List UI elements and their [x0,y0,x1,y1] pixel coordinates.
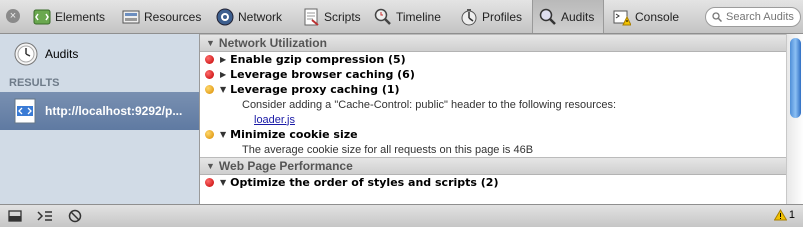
toolbar: × Elements Resources Network Scripts Tim… [0,0,803,34]
rule-detail: The average cookie size for all requests… [242,143,534,156]
tab-network-label: Network [238,9,283,24]
tab-timeline-label: Timeline [396,9,441,24]
sidebar-audits-label: Audits [45,47,79,61]
clear-icon [68,209,82,223]
expanded-triangle-icon: ▼ [220,130,227,139]
audit-rule[interactable]: ▼ Minimize cookie size [200,127,786,142]
sidebar: Audits RESULTS http://localhost:9292/p..… [0,34,200,204]
result-url: http://localhost:9292/p... [45,104,183,118]
tab-profiles-label: Profiles [482,9,523,24]
warning-dot-icon [205,130,214,139]
sidebar-item-result[interactable]: http://localhost:9292/p... [0,92,199,130]
console-toggle-button[interactable] [36,208,54,224]
expanded-triangle-icon: ▼ [220,85,227,94]
audits-icon [539,8,557,26]
scrollbar-thumb[interactable] [790,38,801,118]
vertical-scrollbar[interactable] [786,34,803,204]
warning-counter[interactable]: 1 [773,209,795,221]
elements-icon [33,8,51,26]
search-input[interactable] [726,11,800,23]
rule-title: Leverage proxy caching (1) [230,83,400,96]
collapsed-triangle-icon: ▶ [220,70,227,79]
warning-dot-icon [205,85,214,94]
category-web-page-performance[interactable]: ▼ Web Page Performance [200,157,786,175]
rule-detail: Consider adding a "Cache-Control: public… [242,98,617,111]
console-icon [613,8,632,26]
audit-rule[interactable]: ▼ Leverage proxy caching (1) [200,82,786,97]
scripts-icon [302,8,320,26]
tab-audits-label: Audits [561,9,595,24]
tab-audits[interactable]: Audits [532,0,604,33]
search-icon [712,12,723,23]
expanded-triangle-icon: ▼ [206,38,215,48]
error-dot-icon [205,55,214,64]
tab-network[interactable]: Network [216,2,282,31]
timeline-icon [374,8,392,26]
dock-icon [8,210,22,222]
rule-title: Leverage browser caching (6) [230,68,415,81]
sidebar-item-audits[interactable]: Audits [14,42,78,66]
rule-title: Optimize the order of styles and scripts… [230,176,499,189]
tab-console[interactable]: Console [613,2,679,31]
expanded-triangle-icon: ▼ [206,161,215,171]
tab-elements[interactable]: Elements [33,2,105,31]
dock-toggle-button[interactable] [6,208,24,224]
category-title: Network Utilization [218,36,327,50]
audit-results-panel: ▼ Network Utilization ▶ Enable gzip comp… [200,34,786,204]
expanded-triangle-icon: ▼ [220,178,227,187]
search-field[interactable] [705,7,801,27]
audit-rule[interactable]: ▶ Leverage browser caching (6) [200,67,786,82]
rule-title: Minimize cookie size [230,128,358,141]
resource-link[interactable]: loader.js [242,114,295,126]
console-prompt-icon [37,211,52,221]
audit-rule[interactable]: ▶ Enable gzip compression (5) [200,52,786,67]
category-title: Web Page Performance [218,159,353,173]
clear-button[interactable] [66,208,84,224]
tab-profiles[interactable]: Profiles [460,2,522,31]
audits-clock-icon [14,42,38,66]
document-icon [14,98,36,124]
tab-console-label: Console [635,9,680,24]
warning-count: 1 [788,209,795,221]
error-dot-icon [205,178,214,187]
collapsed-triangle-icon: ▶ [220,55,227,64]
tab-timeline[interactable]: Timeline [374,2,441,31]
tab-scripts-label: Scripts [324,9,361,24]
tab-elements-label: Elements [55,9,106,24]
close-icon[interactable]: × [6,9,20,23]
rule-title: Enable gzip compression (5) [230,53,406,66]
warning-triangle-icon [773,209,787,221]
category-network-utilization[interactable]: ▼ Network Utilization [200,34,786,52]
resources-icon [122,8,140,26]
tab-scripts[interactable]: Scripts [302,2,361,31]
tab-resources-label: Resources [144,9,202,24]
audit-rule[interactable]: ▼ Optimize the order of styles and scrip… [200,175,786,190]
network-icon [216,8,234,26]
rule-resource-row: loader.js [200,112,786,127]
results-heading: RESULTS [9,77,60,89]
status-bar: 1 [0,204,803,227]
profiles-icon [460,8,478,26]
tab-resources[interactable]: Resources [122,2,201,31]
error-dot-icon [205,70,214,79]
